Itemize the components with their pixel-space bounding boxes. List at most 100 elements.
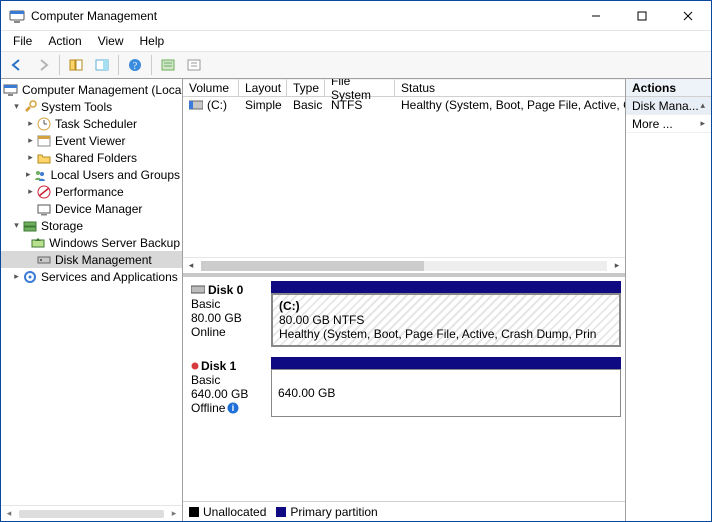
navigation-tree: Computer Management (Local ▾ System Tool… (1, 79, 183, 521)
window-controls (573, 1, 711, 30)
disk-label: Disk 1 Basic 640.00 GB Offline i (187, 357, 271, 417)
show-hide-actions-button[interactable] (90, 54, 114, 76)
refresh-button[interactable] (182, 54, 206, 76)
chevron-right-icon[interactable]: ▸ (11, 271, 22, 282)
legend-primary-partition: Primary partition (276, 505, 377, 519)
swatch-blue (276, 507, 286, 517)
event-viewer-icon (36, 133, 52, 149)
disk-name: Disk 0 (208, 283, 243, 297)
chevron-right-icon[interactable]: ▸ (25, 152, 36, 163)
disk-row[interactable]: Disk 1 Basic 640.00 GB Offline i (187, 357, 621, 417)
forward-button[interactable] (31, 54, 55, 76)
volume-list-header: Volume Layout Type File System Status (183, 79, 625, 97)
properties-button[interactable] (156, 54, 180, 76)
tree-task-scheduler[interactable]: ▸ Task Scheduler (1, 115, 182, 132)
partition-box[interactable]: 640.00 GB (271, 369, 621, 417)
tree-event-viewer[interactable]: ▸ Event Viewer (1, 132, 182, 149)
chevron-right-icon[interactable]: ▸ (25, 135, 36, 146)
swatch-black (189, 507, 199, 517)
disk-visual: 640.00 GB (271, 357, 621, 417)
volume-name: (C:) (207, 98, 227, 112)
actions-disk-management[interactable]: Disk Mana... ▴ (626, 97, 711, 115)
tree-label: System Tools (41, 100, 112, 114)
actions-panel: Actions Disk Mana... ▴ More ... ▸ (625, 79, 711, 521)
column-layout[interactable]: Layout (239, 79, 287, 96)
svg-text:i: i (232, 403, 235, 413)
partition-box[interactable]: (C:) 80.00 GB NTFS Healthy (System, Boot… (271, 293, 621, 347)
show-hide-tree-button[interactable] (64, 54, 88, 76)
tree-label: Windows Server Backup (49, 236, 180, 250)
column-type[interactable]: Type (287, 79, 325, 96)
chevron-right-icon[interactable]: ▸ (25, 186, 36, 197)
help-button[interactable]: ? (123, 54, 147, 76)
partition-label: (C:) (279, 299, 613, 313)
menu-file[interactable]: File (5, 32, 40, 50)
volume-status: Healthy (System, Boot, Page File, Active… (395, 98, 625, 112)
tree-horizontal-scrollbar[interactable]: ◂ ▸ (1, 505, 182, 521)
disk-kind: Basic (191, 373, 267, 387)
users-icon (32, 167, 48, 183)
disk-size: 80.00 GB (191, 311, 267, 325)
disk-visual: (C:) 80.00 GB NTFS Healthy (System, Boot… (271, 281, 621, 347)
disk-management-icon (36, 252, 52, 268)
services-icon (22, 269, 38, 285)
disk-graphical-view: Disk 0 Basic 80.00 GB Online (C:) 80.00 … (183, 273, 625, 501)
column-volume[interactable]: Volume (183, 79, 239, 96)
volume-type: Basic (287, 98, 325, 112)
menu-help[interactable]: Help (132, 32, 173, 50)
main-area: Computer Management (Local ▾ System Tool… (1, 79, 711, 521)
maximize-button[interactable] (619, 1, 665, 31)
info-icon[interactable]: i (227, 402, 239, 414)
tree-performance[interactable]: ▸ Performance (1, 183, 182, 200)
tree-label: Task Scheduler (55, 117, 137, 131)
chevron-up-icon: ▴ (700, 100, 705, 111)
tree-label: Shared Folders (55, 151, 137, 165)
chevron-right-icon[interactable]: ▸ (25, 169, 32, 180)
chevron-down-icon[interactable]: ▾ (11, 220, 22, 231)
scroll-left-icon[interactable]: ◂ (183, 260, 199, 271)
svg-text:?: ? (133, 61, 138, 72)
disk-offline-icon (191, 362, 199, 370)
menu-view[interactable]: View (90, 32, 132, 50)
actions-more[interactable]: More ... ▸ (626, 115, 711, 133)
tree-local-users[interactable]: ▸ Local Users and Groups (1, 166, 182, 183)
volume-layout: Simple (239, 98, 287, 112)
legend: Unallocated Primary partition (183, 501, 625, 521)
tree-shared-folders[interactable]: ▸ Shared Folders (1, 149, 182, 166)
minimize-button[interactable] (573, 1, 619, 31)
tree-label: Event Viewer (55, 134, 125, 148)
storage-icon (22, 218, 38, 234)
volume-row[interactable]: (C:) Simple Basic NTFS Healthy (System, … (183, 97, 625, 113)
backup-icon (30, 235, 46, 251)
tree-label: Services and Applications (41, 270, 178, 284)
tree-root[interactable]: Computer Management (Local (1, 81, 182, 98)
back-button[interactable] (5, 54, 29, 76)
tree-disk-management[interactable]: Disk Management (1, 251, 182, 268)
scroll-left-icon[interactable]: ◂ (1, 508, 17, 519)
column-filesystem[interactable]: File System (325, 79, 395, 96)
disk-row[interactable]: Disk 0 Basic 80.00 GB Online (C:) 80.00 … (187, 281, 621, 347)
chevron-down-icon[interactable]: ▾ (11, 101, 22, 112)
tree-label: Device Manager (55, 202, 142, 216)
scrollbar-track[interactable] (201, 261, 607, 271)
partition-detail: 80.00 GB NTFS (279, 313, 613, 327)
tree-label: Computer Management (Local (22, 83, 183, 97)
tree-system-tools[interactable]: ▾ System Tools (1, 98, 182, 115)
chevron-right-icon[interactable]: ▸ (25, 118, 36, 129)
scroll-right-icon[interactable]: ▸ (166, 508, 182, 519)
column-status[interactable]: Status (395, 79, 625, 96)
tree-device-manager[interactable]: Device Manager (1, 200, 182, 217)
partition-health: Healthy (System, Boot, Page File, Active… (279, 327, 613, 341)
menu-action[interactable]: Action (40, 32, 89, 50)
scrollbar-thumb[interactable] (201, 261, 424, 271)
volume-horizontal-scrollbar[interactable]: ◂ ▸ (183, 257, 625, 273)
tree-services-applications[interactable]: ▸ Services and Applications (1, 268, 182, 285)
tree-windows-server-backup[interactable]: Windows Server Backup (1, 234, 182, 251)
scroll-right-icon[interactable]: ▸ (609, 260, 625, 271)
tree-label: Disk Management (55, 253, 152, 267)
disk-label: Disk 0 Basic 80.00 GB Online (187, 281, 271, 347)
close-button[interactable] (665, 1, 711, 31)
device-manager-icon (36, 201, 52, 217)
tree-storage[interactable]: ▾ Storage (1, 217, 182, 234)
scrollbar-thumb[interactable] (19, 510, 164, 518)
